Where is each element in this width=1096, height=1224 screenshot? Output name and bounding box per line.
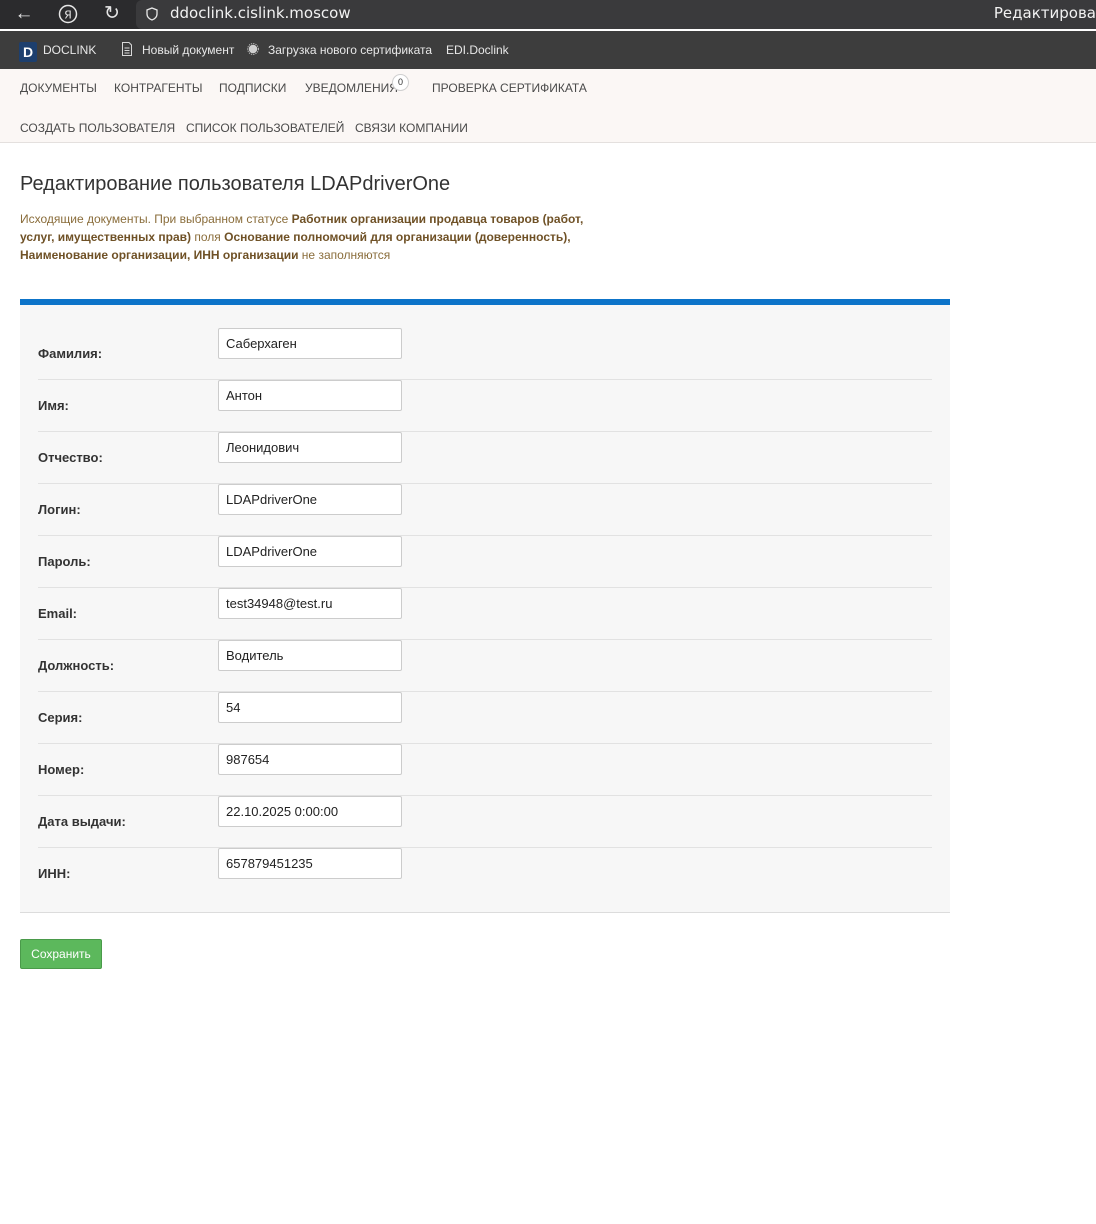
position-label: Должность: xyxy=(38,658,115,673)
url-text[interactable]: ddoclink.cislink.moscow xyxy=(170,4,351,22)
form-row-password: Пароль: xyxy=(38,536,932,588)
nav-subscriptions[interactable]: ПОДПИСКИ xyxy=(219,81,286,95)
login-label: Логин: xyxy=(38,502,81,517)
series-input[interactable] xyxy=(218,692,402,723)
form-row-surname: Фамилия: xyxy=(38,328,932,380)
nav-notifications[interactable]: УВЕДОМЛЕНИЯ xyxy=(305,81,398,95)
email-input[interactable] xyxy=(218,588,402,619)
number-label: Номер: xyxy=(38,762,85,777)
patronymic-label: Отчество: xyxy=(38,450,103,465)
first-name-input[interactable] xyxy=(218,380,402,411)
number-input[interactable] xyxy=(218,744,402,775)
doclink-logo[interactable]: D xyxy=(19,42,37,62)
note-text: поля xyxy=(191,230,225,244)
nav-documents[interactable]: ДОКУМЕНТЫ xyxy=(20,81,97,95)
login-input[interactable] xyxy=(218,484,402,515)
issue-date-input[interactable] xyxy=(218,796,402,827)
position-input[interactable] xyxy=(218,640,402,671)
password-label: Пароль: xyxy=(38,554,91,569)
email-label: Email: xyxy=(38,606,78,621)
notifications-count-badge: 0 xyxy=(392,74,409,91)
form-row-inn: ИНН: xyxy=(38,848,932,900)
surname-label: Фамилия: xyxy=(38,346,103,361)
save-button[interactable]: Сохранить xyxy=(20,939,102,969)
info-note: Исходящие документы. При выбранном стату… xyxy=(20,210,600,264)
form-row-login: Логин: xyxy=(38,484,932,536)
form-row-series: Серия: xyxy=(38,692,932,744)
yandex-icon[interactable]: Я xyxy=(55,2,81,26)
form-row-issue-date: Дата выдачи: xyxy=(38,796,932,848)
nav-certificate-check[interactable]: ПРОВЕРКА СЕРТИФИКАТА xyxy=(432,81,587,95)
note-text: не заполняются xyxy=(298,248,391,262)
reload-icon[interactable]: ↻ xyxy=(99,2,125,26)
surname-input[interactable] xyxy=(218,328,402,359)
inn-label: ИНН: xyxy=(38,866,71,881)
form-row-position: Должность: xyxy=(38,640,932,692)
logo-text[interactable]: DOCLINK xyxy=(43,43,96,57)
password-input[interactable] xyxy=(218,536,402,567)
first-name-label: Имя: xyxy=(38,398,69,413)
nav-user-list[interactable]: СПИСОК ПОЛЬЗОВАТЕЛЕЙ xyxy=(186,121,344,135)
form-row-first-name: Имя: xyxy=(38,380,932,432)
patronymic-input[interactable] xyxy=(218,432,402,463)
certificate-seal-icon xyxy=(247,43,259,55)
nav-company-links[interactable]: СВЯЗИ КОМПАНИИ xyxy=(355,121,468,135)
nav-create-user[interactable]: СОЗДАТЬ ПОЛЬЗОВАТЕЛЯ xyxy=(20,121,175,135)
document-icon xyxy=(122,42,132,56)
issue-date-label: Дата выдачи: xyxy=(38,814,126,829)
back-arrow-icon[interactable]: ← xyxy=(11,2,37,26)
edi-doclink-link[interactable]: EDI.Doclink xyxy=(446,43,509,57)
series-label: Серия: xyxy=(38,710,83,725)
form-row-number: Номер: xyxy=(38,744,932,796)
form-row-email: Email: xyxy=(38,588,932,640)
browser-toolbar: ← Я ↻ ddoclink.cislink.moscow Редактиров… xyxy=(0,0,1096,29)
user-edit-form: Фамилия: Имя: Отчество: Логин: Пароль: E… xyxy=(20,299,950,913)
form-row-patronymic: Отчество: xyxy=(38,432,932,484)
nav-counterparties[interactable]: КОНТРАГЕНТЫ xyxy=(114,81,203,95)
svg-text:Я: Я xyxy=(64,9,72,22)
upload-certificate-link[interactable]: Загрузка нового сертификата xyxy=(268,43,432,57)
note-text: Исходящие документы. При выбранном стату… xyxy=(20,212,292,226)
address-bar[interactable]: ddoclink.cislink.moscow xyxy=(136,0,1096,29)
page-title: Редактирование пользователя LDAPdriverOn… xyxy=(20,173,451,195)
inn-input[interactable] xyxy=(218,848,402,879)
new-document-link[interactable]: Новый документ xyxy=(142,43,234,57)
shield-icon[interactable] xyxy=(146,7,158,21)
app-header: D DOCLINK Новый документ Загрузка нового… xyxy=(0,31,1096,69)
tab-title[interactable]: Редактирова xyxy=(994,4,1096,22)
